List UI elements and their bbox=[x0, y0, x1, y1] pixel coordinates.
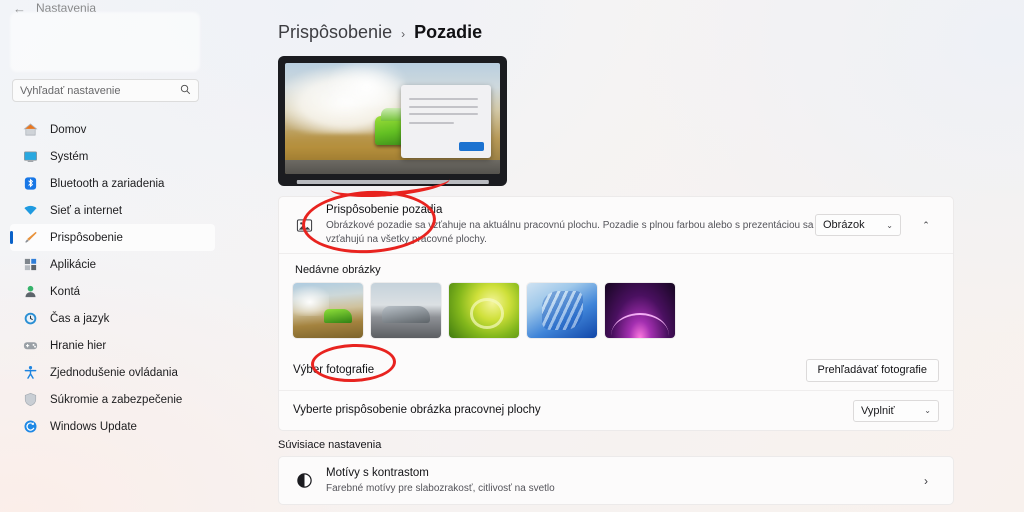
related-settings-card: Motívy s kontrastom Farebné motívy pre s… bbox=[278, 456, 954, 505]
bluetooth-icon bbox=[22, 176, 38, 192]
page-title: Pozadie bbox=[414, 22, 483, 42]
sidebar-item-domov[interactable]: Domov bbox=[10, 116, 215, 143]
sidebar-item-label: Systém bbox=[50, 150, 89, 163]
breadcrumb-separator-icon: › bbox=[401, 27, 406, 41]
related-settings-label: Súvisiace nastavenia bbox=[278, 439, 382, 451]
sidebar-item-gaming[interactable]: Hranie hier bbox=[10, 332, 215, 359]
sidebar-item-label: Aplikácie bbox=[50, 258, 97, 271]
monitor-icon bbox=[22, 149, 38, 165]
thumbnail-purple-glow[interactable] bbox=[605, 283, 675, 338]
sidebar-item-label: Kontá bbox=[50, 285, 81, 298]
sidebar-item-time-language[interactable]: Čas a jazyk bbox=[10, 305, 215, 332]
sidebar-item-label: Zjednodušenie ovládania bbox=[50, 366, 178, 379]
contrast-themes-chevron-button[interactable]: › bbox=[913, 468, 939, 494]
chevron-down-icon: ⌄ bbox=[886, 220, 893, 230]
thumbnail-windows11-blue-bloom[interactable] bbox=[527, 283, 597, 338]
sidebar-item-label: Bluetooth a zariadenia bbox=[50, 177, 165, 190]
background-personalization-description: Obrázkové pozadie sa vzťahuje na aktuáln… bbox=[326, 220, 814, 246]
background-type-value: Obrázok bbox=[823, 219, 865, 231]
background-settings-card: Prispôsobenie pozadia Obrázkové pozadie … bbox=[278, 196, 954, 431]
contrast-themes-title: Motívy s kontrastom bbox=[326, 467, 429, 480]
chevron-down-icon: ⌄ bbox=[924, 406, 931, 415]
thumbnail-silver-car[interactable] bbox=[371, 283, 441, 338]
contrast-themes-text: Motívy s kontrastom Farebné motívy pre s… bbox=[326, 465, 901, 496]
search-icon bbox=[180, 84, 191, 98]
chevron-up-icon: ⌃ bbox=[922, 219, 930, 230]
background-personalization-text: Prispôsobenie pozadia Obrázkové pozadie … bbox=[326, 202, 815, 247]
picture-icon bbox=[293, 217, 315, 234]
sidebar-item-apps[interactable]: Aplikácie bbox=[10, 251, 215, 278]
sidebar-item-label: Prispôsobenie bbox=[50, 231, 123, 244]
sidebar-nav: Domov Systém Bluetooth a zariadenia Sieť… bbox=[10, 116, 215, 440]
sidebar-item-accounts[interactable]: Kontá bbox=[10, 278, 215, 305]
breadcrumb-parent-link[interactable]: Prispôsobenie bbox=[278, 22, 392, 43]
thumbnail-green-abstract[interactable] bbox=[449, 283, 519, 338]
sidebar-item-label: Súkromie a zabezpečenie bbox=[50, 393, 183, 406]
breadcrumb: Prispôsobenie › Pozadie bbox=[278, 22, 482, 43]
sidebar-item-label: Windows Update bbox=[50, 420, 137, 433]
sidebar-item-accessibility[interactable]: Zjednodušenie ovládania bbox=[10, 359, 215, 386]
background-personalization-title: Prispôsobenie pozadia bbox=[326, 204, 443, 217]
user-profile-card[interactable] bbox=[10, 12, 200, 72]
preview-smoke-secondary bbox=[323, 63, 410, 108]
sidebar-item-label: Sieť a internet bbox=[50, 204, 123, 217]
expand-collapse-button[interactable]: ⌃ bbox=[913, 212, 939, 238]
settings-sidebar: Domov Systém Bluetooth a zariadenia bbox=[0, 0, 265, 512]
home-icon bbox=[22, 122, 38, 138]
thumbnail-green-car-smoke[interactable] bbox=[293, 283, 363, 338]
sidebar-item-personalization[interactable]: Prispôsobenie bbox=[10, 224, 215, 251]
recent-images-label: Nedávne obrázky bbox=[295, 264, 381, 276]
paintbrush-icon bbox=[22, 230, 38, 246]
choose-photo-row: Výber fotografie Prehľadávať fotografie bbox=[279, 350, 953, 390]
sidebar-item-label: Hranie hier bbox=[50, 339, 107, 352]
preview-screen bbox=[285, 63, 500, 174]
search-box[interactable] bbox=[12, 79, 199, 102]
shield-icon bbox=[22, 392, 38, 408]
choose-photo-text: Výber fotografie bbox=[293, 362, 806, 379]
sidebar-item-system[interactable]: Systém bbox=[10, 143, 215, 170]
recent-images-list bbox=[293, 283, 939, 338]
contrast-themes-row[interactable]: Motívy s kontrastom Farebné motívy pre s… bbox=[279, 457, 953, 504]
preview-mock-button bbox=[458, 141, 485, 152]
browse-photos-label: Prehľadávať fotografie bbox=[817, 364, 927, 376]
choose-photo-label: Výber fotografie bbox=[293, 363, 375, 376]
background-type-dropdown[interactable]: Obrázok ⌄ bbox=[815, 214, 901, 236]
sidebar-item-network[interactable]: Sieť a internet bbox=[10, 197, 215, 224]
recent-images-section: Nedávne obrázky bbox=[279, 253, 953, 350]
person-icon bbox=[22, 284, 38, 300]
wifi-icon bbox=[22, 203, 38, 219]
image-fit-row: Vyberte prispôsobenie obrázka pracovnej … bbox=[279, 390, 953, 430]
settings-content: Prispôsobenie › Pozadie Prispôsobenie po… bbox=[265, 0, 1024, 512]
image-fit-label: Vyberte prispôsobenie obrázka pracovnej … bbox=[293, 404, 541, 417]
image-fit-value: Vyplniť bbox=[861, 404, 895, 417]
sidebar-item-label: Čas a jazyk bbox=[50, 312, 110, 325]
image-fit-text: Vyberte prispôsobenie obrázka pracovnej … bbox=[293, 402, 853, 419]
image-fit-dropdown[interactable]: Vyplniť ⌄ bbox=[853, 399, 939, 422]
chevron-right-icon: › bbox=[924, 473, 928, 488]
browse-photos-button[interactable]: Prehľadávať fotografie bbox=[805, 358, 939, 382]
accessibility-icon bbox=[22, 365, 38, 381]
contrast-themes-description: Farebné motívy pre slabozrakosť, citlivo… bbox=[326, 482, 555, 494]
sidebar-item-label: Domov bbox=[50, 123, 87, 136]
apps-icon bbox=[22, 257, 38, 273]
desktop-background-preview bbox=[278, 56, 507, 186]
update-icon bbox=[22, 419, 38, 435]
contrast-icon bbox=[293, 472, 315, 489]
gamepad-icon bbox=[22, 338, 38, 354]
sidebar-item-bluetooth[interactable]: Bluetooth a zariadenia bbox=[10, 170, 215, 197]
sidebar-item-privacy-security[interactable]: Súkromie a zabezpečenie bbox=[10, 386, 215, 413]
search-input[interactable] bbox=[20, 84, 180, 97]
background-personalization-row[interactable]: Prispôsobenie pozadia Obrázkové pozadie … bbox=[279, 197, 953, 253]
clock-icon bbox=[22, 311, 38, 327]
preview-mock-window bbox=[401, 85, 492, 159]
sidebar-item-windows-update[interactable]: Windows Update bbox=[10, 413, 215, 440]
